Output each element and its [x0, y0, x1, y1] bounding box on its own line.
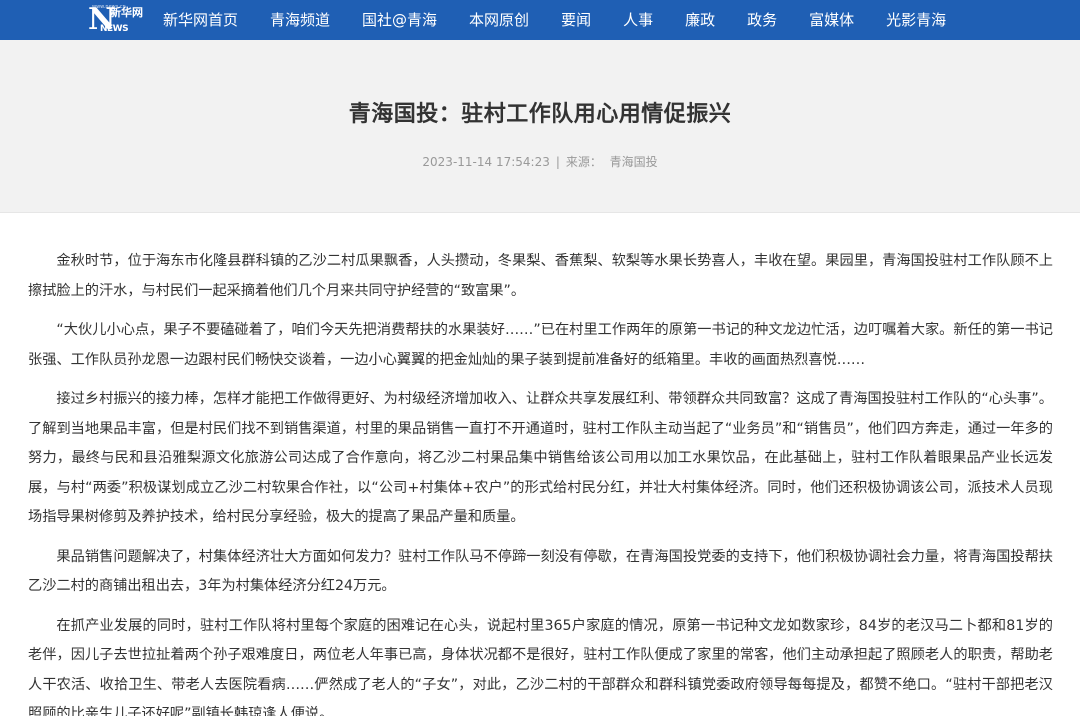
top-navigation-bar: www.news.cn N 新华网 NEWS 新华网首页 青海频道 国社@青海 … [0, 0, 1080, 40]
article-paragraph: 果品销售问题解决了，村集体经济壮大方面如何发力？驻村工作队马不停蹄一刻没有停歇，… [28, 548, 1053, 595]
nav-item-headlines[interactable]: 要闻 [561, 0, 591, 40]
publish-timestamp: 2023-11-14 17:54:23 [422, 155, 550, 169]
nav-item-photo-qinghai[interactable]: 光影青海 [886, 0, 946, 40]
article-body: 金秋时节，位于海东市化隆县群科镇的乙沙二村瓜果飘香，人头攒动，冬果梨、香蕉梨、软… [28, 247, 1053, 716]
nav-item-xinhua-home[interactable]: 新华网首页 [163, 0, 238, 40]
nav-item-qinghai-channel[interactable]: 青海频道 [270, 0, 330, 40]
logo-chinese-text: 新华网 [110, 6, 143, 19]
article-paragraph: 金秋时节，位于海东市化隆县群科镇的乙沙二村瓜果飘香，人头攒动，冬果梨、香蕉梨、软… [28, 253, 1053, 299]
article-meta: 2023-11-14 17:54:23 | 来源： 青海国投 [0, 154, 1080, 170]
nav-item-integrity[interactable]: 廉政 [685, 0, 715, 40]
article-paragraph: 在抓产业发展的同时，驻村工作队将村里每个家庭的困难记在心头，说起村里365户家庭… [28, 617, 1053, 716]
meta-separator: | [555, 155, 560, 169]
nav-item-guoshe-qinghai[interactable]: 国社@青海 [362, 0, 437, 40]
source-label: 来源： [565, 155, 602, 169]
article-paragraph: “大伙儿小心点，果子不要磕碰着了，咱们今天先把消费帮扶的水果装好……”已在村里工… [28, 322, 1053, 368]
article-content-panel: 金秋时节，位于海东市化隆县群科镇的乙沙二村瓜果飘香，人头攒动，冬果梨、香蕉梨、软… [0, 212, 1080, 716]
nav-item-personnel[interactable]: 人事 [623, 0, 653, 40]
nav-item-rich-media[interactable]: 富媒体 [809, 0, 854, 40]
nav-menu: 新华网首页 青海频道 国社@青海 本网原创 要闻 人事 廉政 政务 富媒体 光影… [163, 0, 978, 40]
nav-item-original[interactable]: 本网原创 [469, 0, 529, 40]
nav-item-government-affairs[interactable]: 政务 [747, 0, 777, 40]
source-name: 青海国投 [609, 155, 658, 169]
article-title: 青海国投：驻村工作队用心用情促振兴 [348, 102, 732, 127]
logo-news-text: NEWS [100, 24, 129, 34]
xinhua-news-logo[interactable]: www.news.cn N 新华网 NEWS [88, 4, 146, 36]
article-paragraph: 接过乡村振兴的接力棒，怎样才能把工作做得更好、为村级经济增加收入、让群众共享发展… [28, 391, 1053, 525]
